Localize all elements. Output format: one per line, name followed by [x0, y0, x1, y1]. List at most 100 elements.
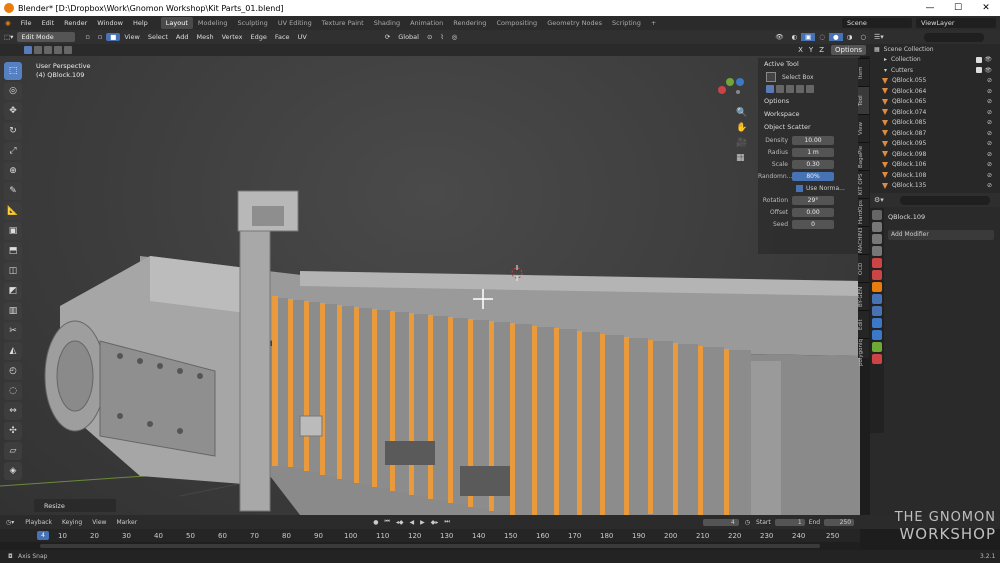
pan-hand-icon[interactable]: ✋ [736, 121, 748, 136]
tab-kit-ops[interactable]: KIT OPS [858, 170, 869, 198]
viewlayer-selector[interactable]: ViewLayer [916, 18, 996, 28]
camera-icon[interactable]: 🎥 [736, 136, 748, 151]
select-subtract-icon[interactable] [44, 46, 52, 54]
select-box-tool-icon[interactable] [766, 72, 776, 82]
object-props-icon[interactable] [872, 282, 882, 292]
outliner-collection[interactable]: ▸ Collection 👁 [870, 55, 1000, 66]
blender-menu-icon[interactable]: ◉ [0, 19, 16, 27]
outliner-item[interactable]: QBlock.108 ⊘ [870, 170, 1000, 181]
outliner-item[interactable]: QBlock.087 ⊘ [870, 128, 1000, 139]
select-intersect-icon[interactable] [64, 46, 72, 54]
grid-view-icon[interactable]: ▦ [736, 151, 748, 166]
menu-uv[interactable]: UV [294, 33, 311, 41]
use-normal-checkbox[interactable] [796, 184, 803, 192]
next-key-icon[interactable]: ◆▸ [428, 519, 442, 526]
options-dropdown[interactable]: Options [830, 45, 866, 55]
play-icon[interactable]: ▶ [417, 519, 428, 526]
outliner-search-input[interactable] [923, 32, 984, 42]
outliner-item[interactable]: QBlock.106 ⊘ [870, 160, 1000, 171]
timeline-scrollbar[interactable] [0, 542, 860, 550]
end-field[interactable]: 250 [824, 518, 855, 526]
move-icon[interactable]: ✥ [4, 102, 22, 120]
shading-material-icon[interactable]: ◑ [843, 33, 857, 41]
menu-render[interactable]: Render [59, 19, 92, 27]
tab-bagapie[interactable]: BagaPie [858, 142, 869, 170]
output-props-icon[interactable] [872, 234, 882, 244]
tool-props-icon[interactable] [872, 210, 882, 220]
tool-mode-invert-icon[interactable] [796, 85, 804, 93]
tab-shading[interactable]: Shading [369, 17, 405, 29]
timeline-ruler[interactable]: 4 10 20 30 40 50 60 70 80 90 100 110 120… [0, 529, 860, 542]
rotate-icon[interactable]: ↻ [4, 122, 22, 140]
timeline-editor-icon[interactable]: ◷▾ [0, 519, 20, 526]
tab-rendering[interactable]: Rendering [448, 17, 491, 29]
snap-icon[interactable]: ⌇ [436, 33, 447, 41]
edge-slide-icon[interactable]: ⇔ [4, 402, 22, 420]
pivot-icon[interactable]: ⊙ [423, 33, 436, 41]
menu-help[interactable]: Help [128, 19, 153, 27]
workspace-header[interactable]: Workspace [758, 108, 858, 121]
particles-props-icon[interactable] [872, 306, 882, 316]
add-cube-icon[interactable]: ▣ [4, 222, 22, 240]
current-frame-field[interactable]: 4 [702, 518, 739, 526]
rip-icon[interactable]: ◈ [4, 462, 22, 480]
shading-solid-icon[interactable]: ● [828, 33, 843, 41]
zoom-icon[interactable]: 🔍 [736, 106, 748, 121]
scale-icon[interactable]: ⤢ [4, 142, 22, 160]
menu-select[interactable]: Select [144, 33, 172, 41]
outliner-item[interactable]: QBlock.065 ⊘ [870, 97, 1000, 108]
tool-mode-extend-icon[interactable] [776, 85, 784, 93]
shading-rendered-icon[interactable]: ○ [856, 33, 870, 41]
outliner-item[interactable]: QBlock.074 ⊘ [870, 107, 1000, 118]
tab-scripting[interactable]: Scripting [607, 17, 646, 29]
menu-timeline-view[interactable]: View [87, 519, 111, 526]
select-mode-face-icon[interactable]: ■ [106, 33, 121, 41]
menu-playback[interactable]: Playback [20, 519, 57, 526]
outliner-item[interactable]: QBlock.055 ⊘ [870, 76, 1000, 87]
render-props-icon[interactable] [872, 222, 882, 232]
shrink-fatten-icon[interactable]: ✣ [4, 422, 22, 440]
material-props-icon[interactable] [872, 354, 882, 364]
menu-view[interactable]: View [120, 33, 143, 41]
tab-animation[interactable]: Animation [405, 17, 448, 29]
transform-icon[interactable]: ⊕ [4, 162, 22, 180]
menu-keying[interactable]: Keying [57, 519, 87, 526]
bevel-icon[interactable]: ◩ [4, 282, 22, 300]
extrude-icon[interactable]: ⬒ [4, 242, 22, 260]
prev-key-icon[interactable]: ◂◆ [393, 519, 407, 526]
physics-props-icon[interactable] [872, 318, 882, 328]
clock-icon[interactable]: ◷ [739, 519, 756, 526]
tab-machin3[interactable]: MACHIN3 [858, 226, 869, 254]
tab-modeling[interactable]: Modeling [193, 17, 233, 29]
tab-uv-editing[interactable]: UV Editing [273, 17, 317, 29]
mesh-canvas[interactable] [0, 56, 860, 515]
outliner-item[interactable]: QBlock.098 ⊘ [870, 149, 1000, 160]
mode-selector[interactable]: Edit Mode [17, 32, 76, 42]
properties-search-input[interactable] [899, 195, 990, 205]
smooth-icon[interactable]: ◌ [4, 382, 22, 400]
select-box-icon[interactable]: ⬚ [4, 62, 22, 80]
mirror-z-toggle[interactable]: Z [816, 46, 827, 54]
rotation-field[interactable]: 29° [792, 195, 834, 205]
knife-icon[interactable]: ✂ [4, 322, 22, 340]
tab-layout[interactable]: Layout [160, 17, 193, 29]
mirror-x-toggle[interactable]: X [795, 46, 806, 54]
jump-end-icon[interactable]: ⏭ [441, 518, 452, 526]
scale-field[interactable]: 0.30 [792, 159, 834, 169]
add-workspace-icon[interactable]: + [646, 17, 661, 29]
overlay-icon[interactable]: ◐ [787, 33, 801, 41]
randomness-field[interactable]: 80% [792, 171, 834, 181]
outliner-item[interactable]: QBlock.095 ⊘ [870, 139, 1000, 150]
properties-editor-icon[interactable]: ⚙▾ [874, 196, 884, 204]
select-invert-icon[interactable] [54, 46, 62, 54]
tab-tool[interactable]: Tool [858, 86, 869, 114]
outliner-item[interactable]: QBlock.085 ⊘ [870, 118, 1000, 129]
start-field[interactable]: 1 [774, 518, 805, 526]
tool-mode-intersect-icon[interactable] [806, 85, 814, 93]
measure-icon[interactable]: 📐 [4, 202, 22, 220]
outliner-editor-icon[interactable]: ☰▾ [874, 33, 884, 41]
active-tool-header[interactable]: Active Tool [758, 58, 858, 71]
options-header[interactable]: Options [758, 95, 858, 108]
spin-icon[interactable]: ◴ [4, 362, 22, 380]
select-new-icon[interactable] [24, 46, 32, 54]
